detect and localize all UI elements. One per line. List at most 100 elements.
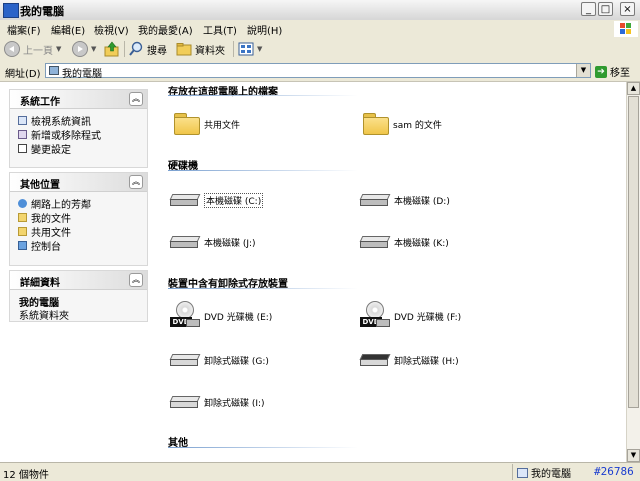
my-documents-link[interactable]: 我的文件 bbox=[18, 210, 147, 225]
content-pane: 存放在這部電腦上的檔案 共用文件 sam 的文件 硬碟機 本機磁碟 (C:) 本… bbox=[158, 82, 626, 462]
status-location-label: 我的電腦 bbox=[531, 469, 571, 480]
search-label: 搜尋 bbox=[147, 45, 167, 57]
user-documents-folder[interactable]: sam 的文件 bbox=[363, 113, 442, 135]
back-arrow-icon bbox=[4, 41, 20, 57]
scroll-thumb[interactable] bbox=[628, 96, 639, 408]
collapse-icon[interactable]: ︽ bbox=[129, 92, 143, 106]
scroll-down-button[interactable]: ▼ bbox=[627, 449, 640, 462]
item-label: 卸除式磁碟 (I:) bbox=[204, 398, 265, 409]
section-divider bbox=[168, 447, 358, 448]
item-label: DVD 光碟機 (F:) bbox=[394, 312, 462, 323]
dvd-drive-e[interactable]: DVD DVD 光碟機 (E:) bbox=[170, 301, 272, 331]
drive-j[interactable]: 本機磁碟 (J:) bbox=[169, 234, 256, 250]
address-input[interactable]: 我的電腦 ▼ bbox=[45, 63, 591, 80]
item-label: 本機磁碟 (D:) bbox=[394, 196, 450, 207]
network-places-link[interactable]: 網路上的芳鄰 bbox=[18, 196, 147, 211]
toolbar-separator bbox=[124, 41, 125, 57]
toolbar: 上一頁 ▼ ▼ 搜尋 資料夾 ▼ bbox=[0, 37, 640, 62]
drive-d[interactable]: 本機磁碟 (D:) bbox=[359, 192, 450, 208]
collapse-icon[interactable]: ︽ bbox=[129, 175, 143, 189]
link-label: 控制台 bbox=[31, 241, 61, 253]
drive-k[interactable]: 本機磁碟 (K:) bbox=[359, 234, 449, 250]
address-dropdown-button[interactable]: ▼ bbox=[576, 64, 590, 77]
item-label: 卸除式磁碟 (G:) bbox=[204, 356, 269, 367]
other-places-header[interactable]: 其他位置 ︽ bbox=[10, 173, 147, 192]
control-panel-link[interactable]: 控制台 bbox=[18, 238, 147, 253]
drive-c[interactable]: 本機磁碟 (C:) bbox=[169, 192, 264, 208]
details-panel: 詳細資料 ︽ 我的電腦 系統資料夾 bbox=[9, 270, 148, 322]
status-location: 我的電腦 bbox=[517, 465, 571, 480]
maximize-button[interactable]: □ bbox=[598, 2, 613, 16]
item-label: 共用文件 bbox=[204, 120, 241, 131]
menu-edit[interactable]: 編輯(E) bbox=[51, 22, 85, 37]
hard-drive-icon bbox=[359, 192, 391, 208]
chevron-down-icon: ▼ bbox=[91, 45, 97, 53]
menu-tools[interactable]: 工具(T) bbox=[203, 22, 237, 37]
menu-file[interactable]: 檔案(F) bbox=[7, 22, 41, 37]
folder-icon bbox=[18, 226, 27, 236]
dvd-drive-icon: DVD bbox=[170, 301, 200, 331]
view-system-info-link[interactable]: 檢視系統資訊 bbox=[18, 113, 147, 128]
item-label: DVD 光碟機 (E:) bbox=[204, 312, 273, 323]
menu-view[interactable]: 檢視(V) bbox=[94, 22, 129, 37]
dvd-drive-f[interactable]: DVD DVD 光碟機 (F:) bbox=[360, 301, 461, 331]
window-title: 我的電腦 bbox=[20, 5, 64, 18]
folders-label: 資料夾 bbox=[195, 45, 225, 57]
link-label: 共用文件 bbox=[31, 227, 71, 239]
forward-button[interactable]: ▼ bbox=[72, 40, 96, 58]
removable-drive-icon bbox=[359, 352, 391, 368]
details-header[interactable]: 詳細資料 ︽ bbox=[10, 271, 147, 290]
details-title: 詳細資料 bbox=[20, 278, 60, 289]
folders-button[interactable]: 資料夾 bbox=[176, 40, 225, 58]
item-label: 本機磁碟 (C:) bbox=[204, 192, 264, 208]
system-tasks-title: 系統工作 bbox=[20, 97, 60, 108]
folder-icon bbox=[176, 43, 192, 56]
shared-documents-folder[interactable]: 共用文件 bbox=[174, 113, 240, 135]
removable-drive-h[interactable]: 卸除式磁碟 (H:) bbox=[359, 352, 459, 368]
other-places-panel: 其他位置 ︽ 網路上的芳鄰 我的文件 共用文件 控制台 bbox=[9, 172, 148, 266]
system-tasks-header[interactable]: 系統工作 ︽ bbox=[10, 90, 147, 109]
menu-bar: 檔案(F) 編輯(E) 檢視(V) 我的最愛(A) 工具(T) 說明(H) bbox=[0, 20, 640, 38]
control-panel-icon bbox=[18, 240, 27, 250]
link-label: 變更設定 bbox=[31, 144, 71, 156]
views-icon bbox=[238, 42, 254, 56]
add-remove-programs-link[interactable]: 新增或移除程式 bbox=[18, 127, 147, 142]
views-button[interactable]: ▼ bbox=[238, 40, 262, 58]
item-label: 本機磁碟 (K:) bbox=[394, 238, 449, 249]
scroll-up-button[interactable]: ▲ bbox=[627, 82, 640, 95]
search-button[interactable]: 搜尋 bbox=[128, 40, 167, 58]
search-icon bbox=[129, 41, 143, 56]
system-tasks-panel: 系統工作 ︽ 檢視系統資訊 新增或移除程式 變更設定 bbox=[9, 89, 148, 168]
address-bar: 網址(D) 我的電腦 ▼ ➔ 移至 bbox=[0, 61, 640, 82]
link-label: 我的文件 bbox=[31, 213, 71, 225]
folder-icon bbox=[18, 212, 27, 222]
minimize-button[interactable]: _ bbox=[581, 2, 596, 16]
back-button[interactable]: 上一頁 ▼ bbox=[4, 40, 61, 58]
settings-icon bbox=[18, 143, 27, 153]
removable-drive-icon bbox=[169, 352, 201, 368]
removable-drive-g[interactable]: 卸除式磁碟 (G:) bbox=[169, 352, 269, 368]
object-count: 12 個物件 bbox=[3, 470, 49, 481]
go-arrow-icon: ➔ bbox=[595, 65, 607, 78]
menu-help[interactable]: 說明(H) bbox=[247, 22, 282, 37]
link-label: 檢視系統資訊 bbox=[31, 116, 91, 128]
hard-drive-icon bbox=[359, 234, 391, 250]
go-label: 移至 bbox=[610, 68, 630, 79]
vertical-scrollbar[interactable]: ▲ ▼ bbox=[626, 82, 640, 462]
change-settings-link[interactable]: 變更設定 bbox=[18, 141, 147, 156]
forward-arrow-icon bbox=[72, 41, 88, 57]
details-type: 系統資料夾 bbox=[19, 311, 69, 322]
title-bar: 我的電腦 _ □ × bbox=[0, 0, 640, 21]
menu-favorites[interactable]: 我的最愛(A) bbox=[138, 22, 193, 37]
up-folder-button[interactable] bbox=[104, 40, 120, 58]
collapse-icon[interactable]: ︽ bbox=[129, 273, 143, 287]
folder-icon bbox=[363, 113, 389, 135]
dvd-drive-icon: DVD bbox=[360, 301, 390, 331]
close-button[interactable]: × bbox=[620, 2, 635, 16]
shared-documents-link[interactable]: 共用文件 bbox=[18, 224, 147, 239]
hard-drive-icon bbox=[169, 234, 201, 250]
section-divider bbox=[168, 288, 358, 289]
go-button[interactable]: ➔ 移至 bbox=[595, 64, 630, 79]
removable-drive-icon bbox=[169, 394, 201, 410]
removable-drive-i[interactable]: 卸除式磁碟 (I:) bbox=[169, 394, 265, 410]
